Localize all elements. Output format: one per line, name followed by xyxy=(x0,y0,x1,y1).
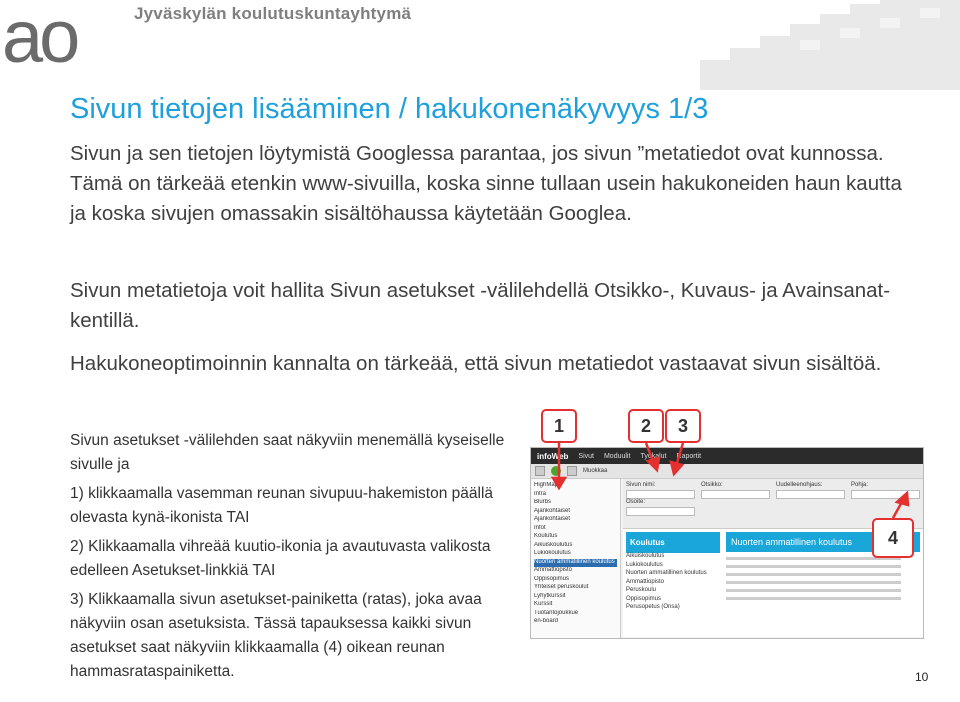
cms-screenshot: infoWeb Sivut Moduulit Työkalut Raportit… xyxy=(530,447,924,639)
cms-menu-sivut[interactable]: Sivut xyxy=(578,453,594,460)
tree-item[interactable]: Ajankohtaiset xyxy=(534,516,617,525)
tree-item-selected[interactable]: Nuorten ammatillinen koulutus xyxy=(534,558,617,567)
sidebar-link[interactable]: Nuorten ammatillinen koulutus xyxy=(626,570,720,579)
settings-label: Pohja: xyxy=(851,482,869,488)
tree-item[interactable]: Koulutus xyxy=(534,533,617,542)
sidebar-link[interactable]: Perusopetus (Onsa) xyxy=(626,604,720,613)
page-tree: HighMap Intra Blurbs Ajankohtaiset Ajank… xyxy=(531,479,621,638)
metadata-paragraph: Sivun metatietoja voit hallita Sivun ase… xyxy=(70,279,891,332)
page-name-field[interactable] xyxy=(626,490,695,499)
tree-item[interactable]: Kurssit xyxy=(534,601,617,610)
seo-paragraph: Hakukoneoptimoinnin kannalta on tärkeää,… xyxy=(70,352,882,375)
logo-text: ao xyxy=(2,0,78,70)
intro-paragraph: Sivun ja sen tietojen löytymistä Googles… xyxy=(70,142,902,225)
tree-item[interactable]: Tuotantojoukkue xyxy=(534,610,617,619)
content-sidebar: Koulutus Aikuiskoulutus Lukiokoulutus Nu… xyxy=(623,529,723,637)
sidebar-title[interactable]: Koulutus xyxy=(626,532,720,553)
settings-label: Uudelleenohjaus: xyxy=(776,482,823,488)
redirect-field[interactable] xyxy=(776,490,845,499)
gear-icon[interactable] xyxy=(567,466,577,476)
step-2: 2) Klikkaamalla vihreää kuutio-ikonia ja… xyxy=(70,538,491,579)
instruction-steps: Sivun asetukset -välilehden saat näkyvii… xyxy=(70,429,520,689)
slide-title: Sivun tietojen lisääminen / hakukonenäky… xyxy=(70,93,709,125)
tree-item[interactable]: Lyhytkurssit xyxy=(534,593,617,602)
stairs-decoration xyxy=(700,0,960,90)
sidebar-link[interactable]: Peruskoulu xyxy=(626,587,720,596)
callout-2: 2 xyxy=(628,409,664,443)
pencil-icon[interactable] xyxy=(535,466,545,476)
edit-label[interactable]: Muokkaa xyxy=(583,468,607,474)
step-3: 3) Klikkaamalla sivun asetukset-painiket… xyxy=(70,591,482,680)
tree-item[interactable]: Infot xyxy=(534,525,617,534)
page-number: 10 xyxy=(915,670,929,684)
template-field[interactable] xyxy=(851,490,920,499)
cms-toolbar: Muokkaa xyxy=(531,464,923,479)
organization-name: Jyväskylän koulutuskuntayhtymä xyxy=(134,4,412,23)
text-line xyxy=(726,565,901,568)
cms-menu-moduulit[interactable]: Moduulit xyxy=(604,453,630,460)
callout-3: 3 xyxy=(665,409,701,443)
steps-intro: Sivun asetukset -välilehden saat näkyvii… xyxy=(70,432,505,473)
text-line xyxy=(726,581,901,584)
step-1: 1) klikkaamalla vasemman reunan sivupuu-… xyxy=(70,485,494,526)
tree-item[interactable]: Intra xyxy=(534,491,617,500)
text-line xyxy=(726,589,901,592)
sidebar-link[interactable]: Lukiokoulutus xyxy=(626,562,720,571)
tree-item[interactable]: Ajankohtaiset xyxy=(534,508,617,517)
page-editor: Sivun nimi: Osoite: Otsikko: Uudelleenoh… xyxy=(623,479,923,638)
tree-item[interactable]: Aikuiskoulutus xyxy=(534,542,617,551)
settings-label: Otsikko: xyxy=(701,482,723,488)
cms-menu-tyokalut[interactable]: Työkalut xyxy=(640,453,666,460)
tree-item[interactable]: Yhteiset peruskoulut xyxy=(534,584,617,593)
callout-4: 4 xyxy=(872,518,914,558)
callout-1: 1 xyxy=(541,409,577,443)
settings-label: Sivun nimi: xyxy=(626,482,656,488)
green-cube-icon[interactable] xyxy=(551,466,561,476)
settings-label: Osoite: xyxy=(626,499,646,505)
title-field[interactable] xyxy=(701,490,770,499)
sidebar-link[interactable]: Oppisopimus xyxy=(626,596,720,605)
tree-item[interactable]: Lukiokoulutus xyxy=(534,550,617,559)
tree-item[interactable]: HighMap xyxy=(534,482,617,491)
tree-item[interactable]: en-board xyxy=(534,618,617,627)
cms-brand: infoWeb xyxy=(537,451,569,461)
tree-item[interactable]: Oppisopimus xyxy=(534,576,617,585)
cms-topbar: infoWeb Sivut Moduulit Työkalut Raportit xyxy=(531,448,923,464)
tree-item[interactable]: Ammattiopisto xyxy=(534,567,617,576)
ao-logo: ao xyxy=(2,0,82,70)
sidebar-link[interactable]: Aikuiskoulutus xyxy=(626,553,720,562)
tree-item[interactable]: Blurbs xyxy=(534,499,617,508)
cms-menu-raportit[interactable]: Raportit xyxy=(677,453,702,460)
address-field[interactable] xyxy=(626,507,695,516)
text-line xyxy=(726,573,901,576)
sidebar-link[interactable]: Ammattiopisto xyxy=(626,579,720,588)
text-line xyxy=(726,597,901,600)
